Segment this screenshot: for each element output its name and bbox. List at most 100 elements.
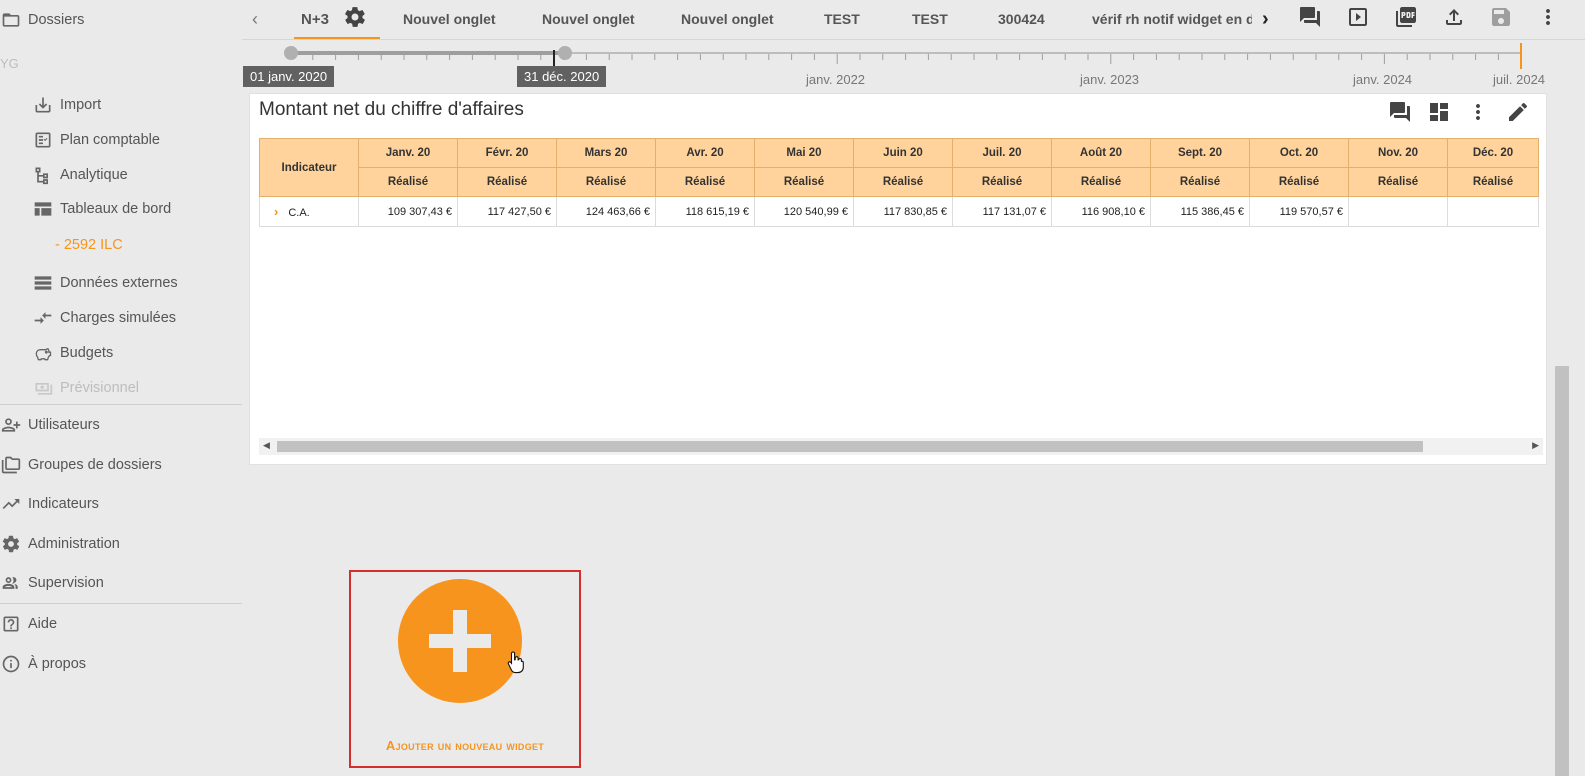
divider bbox=[0, 404, 242, 405]
horizontal-scrollbar[interactable]: ◀ ▶ bbox=[259, 438, 1543, 455]
more-vert-icon bbox=[1466, 104, 1490, 128]
tab-300424[interactable]: 300424 bbox=[998, 0, 1045, 38]
widget-edit-button[interactable] bbox=[1506, 100, 1530, 124]
slider-start-handle[interactable] bbox=[284, 46, 298, 60]
table-header-month: Août 20 bbox=[1051, 138, 1151, 168]
scroll-right-arrow-icon[interactable]: ▶ bbox=[1532, 440, 1539, 451]
date-range-slider[interactable]: 01 janv. 2020 31 déc. 2020 janv. 2022 ja… bbox=[242, 40, 1585, 92]
chevron-right-icon: › bbox=[1262, 7, 1269, 30]
tab-scroll-left-button[interactable]: ‹ bbox=[252, 0, 258, 38]
sidebar-item-charges-simulees[interactable]: Charges simulées bbox=[32, 308, 176, 328]
sidebar-item-import[interactable]: Import bbox=[32, 95, 101, 115]
sidebar-item-supervision[interactable]: Supervision bbox=[0, 573, 104, 593]
info-icon bbox=[0, 654, 22, 674]
upload-button[interactable] bbox=[1442, 5, 1466, 29]
help-icon bbox=[0, 614, 22, 634]
table-header-month: Mai 20 bbox=[754, 138, 854, 168]
chevron-left-icon: ‹ bbox=[252, 8, 258, 29]
sidebar-item-aide[interactable]: Aide bbox=[0, 614, 57, 634]
more-menu-button[interactable] bbox=[1536, 5, 1560, 29]
sidebar-item-previsionnel[interactable]: Prévisionnel bbox=[32, 378, 139, 398]
hierarchy-icon bbox=[32, 165, 54, 185]
table-cell: 119 570,57 € bbox=[1249, 196, 1349, 227]
table-subheader: Réalisé bbox=[1447, 167, 1539, 197]
timeline-label: janv. 2023 bbox=[1080, 72, 1140, 87]
slider-end-handle[interactable] bbox=[558, 46, 572, 60]
sidebar-item-label: Utilisateurs bbox=[28, 417, 100, 433]
sidebar-item-label: Supervision bbox=[28, 575, 104, 591]
sidebar-item-donnees-externes[interactable]: Données externes bbox=[32, 273, 178, 293]
sidebar-item-analytique[interactable]: Analytique bbox=[32, 165, 128, 185]
sidebar-item-2592-ilc[interactable]: - 2592 ILC bbox=[55, 237, 123, 253]
table-subheader: Réalisé bbox=[1051, 167, 1151, 197]
page-scrollbar-thumb[interactable] bbox=[1555, 366, 1569, 776]
sidebar-item-label: - 2592 ILC bbox=[55, 237, 123, 253]
sidebar-item-budgets[interactable]: Budgets bbox=[32, 343, 113, 363]
folders-icon bbox=[0, 455, 22, 475]
save-button[interactable] bbox=[1489, 5, 1513, 29]
tab-test-2[interactable]: TEST bbox=[912, 0, 948, 38]
dashboard-icon bbox=[1427, 103, 1451, 128]
tab-nouvel-onglet-3[interactable]: Nouvel onglet bbox=[681, 0, 774, 38]
sidebar-item-utilisateurs[interactable]: Utilisateurs bbox=[0, 415, 100, 435]
table-cell: 118 615,19 € bbox=[655, 196, 755, 227]
table-subheader: Réalisé bbox=[457, 167, 557, 197]
table-cell: 115 386,45 € bbox=[1150, 196, 1250, 227]
comment-icon bbox=[1388, 102, 1412, 128]
sidebar-item-plan-comptable[interactable]: Plan comptable bbox=[32, 130, 160, 150]
widget-more-button[interactable] bbox=[1466, 100, 1490, 124]
add-widget-button[interactable]: Ajouter un nouveau widget bbox=[349, 570, 581, 768]
tab-label: TEST bbox=[824, 11, 860, 27]
chevron-right-icon[interactable]: › bbox=[274, 204, 278, 219]
sidebar: Dossiers YG Import Plan comptable Analyt… bbox=[0, 0, 242, 776]
comments-button[interactable] bbox=[1298, 5, 1322, 29]
table-subheader: Réalisé bbox=[655, 167, 755, 197]
hand-cursor-icon bbox=[507, 651, 524, 674]
dashboard-icon bbox=[32, 199, 54, 219]
timeline-label: janv. 2022 bbox=[806, 72, 866, 87]
export-pdf-button[interactable] bbox=[1394, 5, 1418, 29]
table-header-month: Sept. 20 bbox=[1150, 138, 1250, 168]
tab-scroll-right-button[interactable]: › bbox=[1262, 0, 1269, 38]
sidebar-item-tableaux-de-bord[interactable]: Tableaux de bord bbox=[32, 199, 171, 219]
sidebar-item-groupes-de-dossiers[interactable]: Groupes de dossiers bbox=[0, 455, 162, 475]
tab-test-1[interactable]: TEST bbox=[824, 0, 860, 38]
trend-icon bbox=[0, 494, 22, 514]
sidebar-item-label: Tableaux de bord bbox=[60, 201, 172, 217]
table-row-label[interactable]: › C.A. bbox=[259, 196, 359, 227]
data-table: Indicateur Janv. 20 Févr. 20 Mars 20 Avr… bbox=[259, 138, 1539, 227]
sidebar-item-label: Plan comptable bbox=[60, 132, 160, 148]
add-circle[interactable] bbox=[398, 579, 524, 703]
sidebar-item-dossiers[interactable]: Dossiers bbox=[0, 10, 84, 30]
table-header-month: Déc. 20 bbox=[1447, 138, 1539, 168]
sidebar-item-label: Dossiers bbox=[28, 12, 85, 28]
widget-comments-button[interactable] bbox=[1388, 100, 1412, 124]
play-button[interactable] bbox=[1346, 5, 1370, 29]
tab-settings-button[interactable] bbox=[343, 5, 367, 29]
table-subheader: Réalisé bbox=[1150, 167, 1250, 197]
tab-verif-rh[interactable]: vérif rh notif widget en d bbox=[1092, 0, 1252, 38]
table-header-indicateur: Indicateur bbox=[259, 138, 359, 197]
tab-nouvel-onglet-1[interactable]: Nouvel onglet bbox=[403, 0, 496, 38]
tab-active[interactable]: N+3 bbox=[301, 0, 329, 38]
scroll-left-arrow-icon[interactable]: ◀ bbox=[263, 440, 270, 451]
tab-label: 300424 bbox=[998, 11, 1045, 27]
table-subheader: Réalisé bbox=[952, 167, 1052, 197]
scrollbar-thumb[interactable] bbox=[277, 441, 1423, 452]
pencil-icon bbox=[1506, 102, 1530, 128]
sidebar-item-label: Administration bbox=[28, 536, 120, 552]
tab-bar: ‹ N+3 Nouvel onglet Nouvel onglet Nouvel… bbox=[242, 0, 1585, 40]
widget-layout-button[interactable] bbox=[1427, 100, 1451, 124]
tab-nouvel-onglet-2[interactable]: Nouvel onglet bbox=[542, 0, 635, 38]
sidebar-item-label: Analytique bbox=[60, 167, 128, 183]
people-icon bbox=[0, 573, 22, 593]
sidebar-item-a-propos[interactable]: À propos bbox=[0, 654, 86, 674]
row-label: C.A. bbox=[288, 207, 310, 219]
download-icon bbox=[32, 95, 54, 115]
table-header-month: Nov. 20 bbox=[1348, 138, 1448, 168]
divider bbox=[0, 603, 242, 604]
slider-max-marker bbox=[1520, 43, 1522, 69]
slider-ticks bbox=[290, 54, 1522, 64]
sidebar-item-administration[interactable]: Administration bbox=[0, 534, 120, 554]
sidebar-item-indicateurs[interactable]: Indicateurs bbox=[0, 494, 99, 514]
